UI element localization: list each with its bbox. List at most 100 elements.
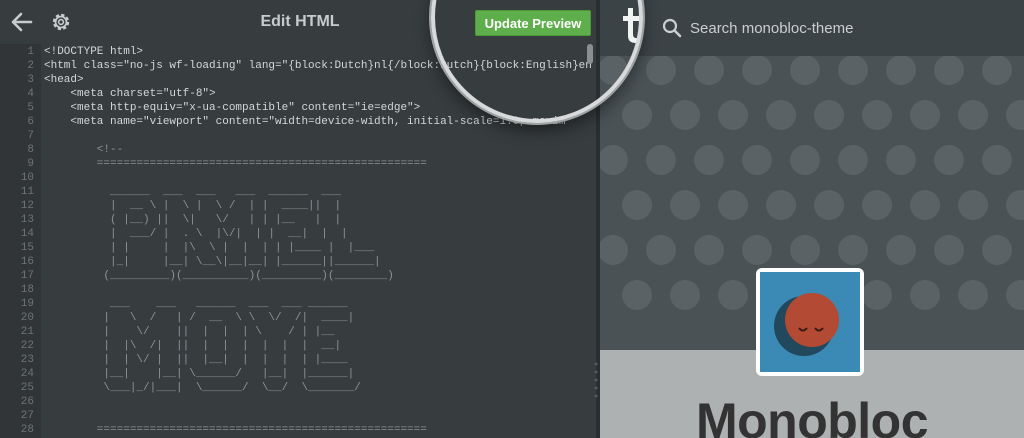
code-line[interactable]: 26 bbox=[0, 395, 596, 409]
background-dot bbox=[886, 145, 916, 175]
background-dot bbox=[910, 190, 940, 220]
preview-header bbox=[600, 0, 1024, 56]
background-dot bbox=[622, 100, 652, 130]
background-dot bbox=[670, 100, 700, 130]
background-dot bbox=[622, 280, 652, 310]
background-dot bbox=[838, 235, 868, 265]
background-dot bbox=[766, 190, 796, 220]
code-line[interactable]: 7 bbox=[0, 129, 596, 143]
code-line[interactable]: 9 ======================================… bbox=[0, 157, 596, 171]
code-line[interactable]: 5 <meta http-equiv="x-ua-compatible" con… bbox=[0, 101, 596, 115]
search-input[interactable] bbox=[690, 17, 990, 39]
line-number: 21 bbox=[20, 326, 34, 338]
code-line[interactable]: 13 ( |__) || \| \/ | | |__ | | bbox=[0, 213, 596, 227]
background-dot bbox=[600, 145, 628, 175]
code-line[interactable]: 2 <html class="no-js wf-loading" lang="{b… bbox=[0, 59, 596, 73]
line-number: 17 bbox=[20, 270, 34, 282]
line-text: ( |__) || \| \/ | | |__ | | bbox=[44, 214, 342, 226]
line-number: 3 bbox=[27, 74, 34, 86]
background-dot bbox=[958, 100, 988, 130]
background-dot bbox=[766, 100, 796, 130]
line-text: | \/ || | | | \ / | |__ bbox=[44, 326, 335, 338]
background-dot bbox=[910, 280, 940, 310]
background-dot bbox=[862, 100, 892, 130]
background-dot bbox=[694, 56, 724, 85]
line-text: | __ \ | \ | \ / | | ____|| | bbox=[44, 200, 342, 212]
code-line[interactable]: 14 | ___/ | . \ |\/| | | __| | | bbox=[0, 227, 596, 241]
line-number: 13 bbox=[20, 214, 34, 226]
line-number: 9 bbox=[27, 158, 34, 170]
line-number: 12 bbox=[20, 200, 34, 212]
code-line[interactable]: 1 <!DOCTYPE html> bbox=[0, 45, 596, 59]
background-dot bbox=[790, 145, 820, 175]
line-text: | ___/ | . \ |\/| | | __| | | bbox=[44, 228, 348, 240]
code-line[interactable]: 10 bbox=[0, 171, 596, 185]
background-dot bbox=[814, 100, 844, 130]
line-number: 19 bbox=[20, 298, 34, 310]
code-line[interactable]: 23 | | \/ | || |__| | | | | |____ bbox=[0, 353, 596, 367]
background-dot bbox=[886, 56, 916, 85]
line-number: 6 bbox=[27, 116, 34, 128]
line-number: 2 bbox=[27, 60, 34, 72]
code-line[interactable]: 28 =====================================… bbox=[0, 423, 596, 437]
editor-scrollbar-thumb[interactable] bbox=[587, 44, 593, 64]
line-number: 28 bbox=[20, 424, 34, 436]
code-line[interactable]: 18 bbox=[0, 283, 596, 297]
background-dot bbox=[982, 235, 1012, 265]
background-dot bbox=[790, 235, 820, 265]
background-dot bbox=[646, 56, 676, 85]
line-number: 26 bbox=[20, 396, 34, 408]
line-number: 27 bbox=[20, 410, 34, 422]
line-number: 22 bbox=[20, 340, 34, 352]
code-line[interactable]: 16 |_| |__| \__\|__|__| |______||______| bbox=[0, 255, 596, 269]
background-dot bbox=[862, 190, 892, 220]
line-text: ========================================… bbox=[44, 158, 427, 170]
code-line[interactable]: 24 |__| |__| \______/ |__| |______| bbox=[0, 367, 596, 381]
code-line[interactable]: 8 <!-- bbox=[0, 143, 596, 157]
code-line[interactable]: 25 \___|_/|___| \______/ \__/ \_______/ bbox=[0, 381, 596, 395]
code-line[interactable]: 21 | \/ || | | | \ / | |__ bbox=[0, 325, 596, 339]
code-line[interactable]: 6 <meta name="viewport" content="width=d… bbox=[0, 115, 596, 129]
line-text: <meta charset="utf-8"> bbox=[44, 88, 216, 100]
background-dot bbox=[742, 235, 772, 265]
search-icon[interactable] bbox=[662, 18, 682, 38]
background-dot bbox=[718, 100, 748, 130]
code-line[interactable]: 11 ______ ___ ___ ___ ______ ___ bbox=[0, 185, 596, 199]
line-text: |_| |__| \__\|__|__| |______||______| bbox=[44, 256, 381, 268]
code-line[interactable]: 4 <meta charset="utf-8"> bbox=[0, 87, 596, 101]
tumblr-logo-icon[interactable] bbox=[618, 6, 644, 46]
background-dot bbox=[790, 56, 820, 85]
code-line[interactable]: 12 | __ \ | \ | \ / | | ____|| | bbox=[0, 199, 596, 213]
editor-toolbar: Edit HTML Update Preview bbox=[0, 0, 600, 44]
line-number: 14 bbox=[20, 228, 34, 240]
background-dot bbox=[622, 190, 652, 220]
code-line[interactable]: 17 (_________)(__________)(_________)(__… bbox=[0, 269, 596, 283]
code-line[interactable]: 19 ___ ___ ______ ___ ___ ______ bbox=[0, 297, 596, 311]
background-dot bbox=[838, 145, 868, 175]
code-line[interactable]: 3 <head> bbox=[0, 73, 596, 87]
line-text: <html class="no-js wf-loading" lang="{bl… bbox=[44, 60, 592, 72]
line-number: 16 bbox=[20, 256, 34, 268]
background-dot bbox=[646, 235, 676, 265]
background-dot bbox=[934, 56, 964, 85]
background-dot bbox=[694, 145, 724, 175]
background-dot bbox=[670, 190, 700, 220]
code-line[interactable]: 15 | | | |\ \ | | | | |____ | |___ bbox=[0, 241, 596, 255]
line-number: 8 bbox=[27, 144, 34, 156]
code-line[interactable]: 20 | \ / | / __ \ \ \/ /| ____| bbox=[0, 311, 596, 325]
line-text: (_________)(__________)(_________)(_____… bbox=[44, 270, 394, 282]
background-dot bbox=[670, 280, 700, 310]
update-preview-button[interactable]: Update Preview bbox=[475, 10, 591, 36]
line-text: ______ ___ ___ ___ ______ ___ bbox=[44, 186, 342, 198]
code-area[interactable]: 1 <!DOCTYPE html> 2 <html class="no-js wf-l… bbox=[0, 45, 596, 437]
background-dot bbox=[958, 190, 988, 220]
line-text: \___|_/|___| \______/ \__/ \_______/ bbox=[44, 382, 361, 394]
background-dot bbox=[982, 56, 1012, 85]
drag-handle-icon[interactable] bbox=[592, 360, 600, 420]
line-text: <head> bbox=[44, 74, 84, 86]
line-number: 11 bbox=[20, 186, 34, 198]
code-line[interactable]: 22 | |\ /| || | | | | | | __| bbox=[0, 339, 596, 353]
line-number: 10 bbox=[20, 172, 34, 184]
code-line[interactable]: 27 bbox=[0, 409, 596, 423]
avatar[interactable] bbox=[756, 268, 864, 376]
